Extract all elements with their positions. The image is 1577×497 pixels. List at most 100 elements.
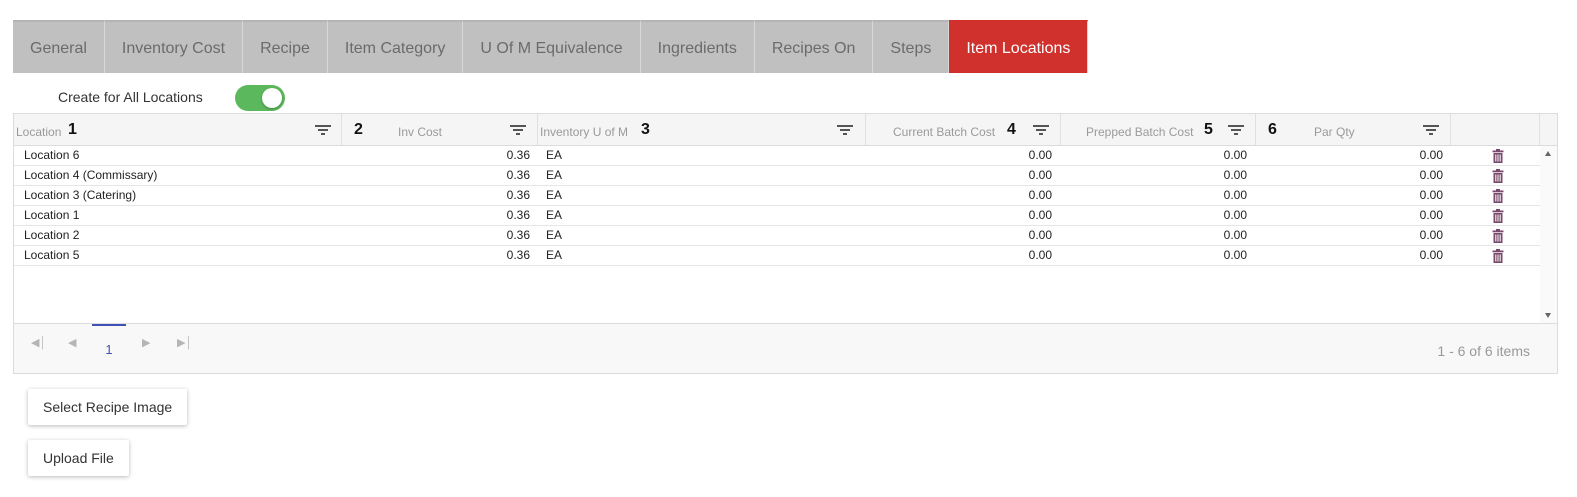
cell-prepped-batch-cost: 0.00 <box>1223 208 1247 222</box>
header-current-batch-cost[interactable]: Current Batch Cost 4 <box>866 114 1061 145</box>
cell-current-batch-cost: 0.00 <box>1028 148 1052 162</box>
cell-location: Location 4 (Commissary) <box>24 168 158 182</box>
cell-uom: EA <box>546 228 563 242</box>
header-location-label: Location <box>16 125 62 139</box>
tab-item-locations[interactable]: Item Locations <box>949 20 1089 73</box>
tab-steps[interactable]: Steps <box>873 20 950 73</box>
cell-current-batch-cost: 0.00 <box>1028 208 1052 222</box>
header-uom-label: Inventory U of M <box>540 125 629 139</box>
cell-uom: EA <box>546 248 563 262</box>
tab-recipe[interactable]: Recipe <box>243 20 328 73</box>
table-row[interactable]: Location 2 0.36 EA 0.00 0.00 0.00 <box>14 226 1540 246</box>
trash-icon[interactable] <box>1492 149 1504 163</box>
cell-current-batch-cost: 0.00 <box>1028 168 1052 182</box>
header-inventory-uom[interactable]: Inventory U of M 3 <box>538 114 866 145</box>
filter-icon[interactable] <box>510 125 526 136</box>
filter-icon[interactable] <box>315 125 331 136</box>
tab-inventory-cost[interactable]: Inventory Cost <box>104 20 244 73</box>
header-inv-cost-number: 2 <box>354 121 363 138</box>
cell-current-batch-cost: 0.00 <box>1028 188 1052 202</box>
header-prepped-label: Prepped Batch Cost <box>1086 125 1194 139</box>
cell-uom: EA <box>546 188 563 202</box>
header-actions <box>1451 114 1540 145</box>
cell-inv-cost: 0.36 <box>506 168 530 182</box>
cell-prepped-batch-cost: 0.00 <box>1223 168 1247 182</box>
cell-prepped-batch-cost: 0.00 <box>1223 228 1247 242</box>
cell-inv-cost: 0.36 <box>506 208 530 222</box>
first-page-icon[interactable]: ◀│ <box>31 336 46 349</box>
cell-par-qty: 0.00 <box>1419 148 1443 162</box>
scroll-down-icon[interactable] <box>1545 313 1551 318</box>
cell-par-qty: 0.00 <box>1419 168 1443 182</box>
tab-general[interactable]: General <box>13 20 105 73</box>
header-location-number: 1 <box>68 121 77 138</box>
header-current-number: 4 <box>1007 121 1016 138</box>
table-row[interactable]: Location 1 0.36 EA 0.00 0.00 0.00 <box>14 206 1540 226</box>
tab-bar: General Inventory Cost Recipe Item Categ… <box>13 20 1089 73</box>
item-locations-grid: Location 1 2 Inv Cost Inventory U of M 3… <box>13 113 1558 374</box>
create-all-locations-toggle[interactable] <box>235 85 285 111</box>
header-current-label: Current Batch Cost <box>893 125 996 139</box>
filter-icon[interactable] <box>1033 125 1049 136</box>
select-recipe-image-button[interactable]: Select Recipe Image <box>28 389 188 425</box>
header-uom-number: 3 <box>641 121 650 138</box>
scroll-up-icon[interactable] <box>1545 151 1551 156</box>
cell-prepped-batch-cost: 0.00 <box>1223 248 1247 262</box>
cell-par-qty: 0.00 <box>1419 228 1443 242</box>
grid-body: Location 6 0.36 EA 0.00 0.00 0.00 Location 4 (… <box>14 146 1540 323</box>
header-location[interactable]: Location 1 <box>14 114 342 145</box>
cell-location: Location 3 (Catering) <box>24 188 137 202</box>
trash-icon[interactable] <box>1492 229 1504 243</box>
cell-par-qty: 0.00 <box>1419 188 1443 202</box>
cell-inv-cost: 0.36 <box>506 188 530 202</box>
prev-page-icon[interactable]: ◀ <box>68 336 76 349</box>
header-par-label: Par Qty <box>1314 125 1355 139</box>
cell-uom: EA <box>546 208 563 222</box>
table-row[interactable]: Location 5 0.36 EA 0.00 0.00 0.00 <box>14 246 1540 266</box>
grid-header: Location 1 2 Inv Cost Inventory U of M 3… <box>14 114 1557 146</box>
filter-icon[interactable] <box>837 125 853 136</box>
header-par-number: 6 <box>1268 121 1277 138</box>
header-par-qty[interactable]: 6 Par Qty <box>1256 114 1451 145</box>
vertical-scrollbar[interactable] <box>1540 146 1557 323</box>
filter-icon[interactable] <box>1423 125 1439 136</box>
cell-uom: EA <box>546 148 563 162</box>
pager-info: 1 - 6 of 6 items <box>1437 343 1530 359</box>
cell-prepped-batch-cost: 0.00 <box>1223 188 1247 202</box>
table-row[interactable]: Location 4 (Commissary) 0.36 EA 0.00 0.00 0.0… <box>14 166 1540 186</box>
table-row[interactable]: Location 3 (Catering) 0.36 EA 0.00 0.00 0.00 <box>14 186 1540 206</box>
trash-icon[interactable] <box>1492 169 1504 183</box>
cell-par-qty: 0.00 <box>1419 208 1443 222</box>
cell-location: Location 6 <box>24 148 80 162</box>
next-page-icon[interactable]: ▶ <box>142 336 150 349</box>
cell-inv-cost: 0.36 <box>506 248 530 262</box>
filter-icon[interactable] <box>1228 125 1244 136</box>
header-prepped-batch-cost[interactable]: Prepped Batch Cost 5 <box>1061 114 1256 145</box>
header-inv-cost[interactable]: 2 Inv Cost <box>342 114 538 145</box>
last-page-icon[interactable]: ▶│ <box>177 336 192 349</box>
cell-inv-cost: 0.36 <box>506 148 530 162</box>
page-number-current[interactable]: 1 <box>92 324 126 372</box>
header-inv-cost-label: Inv Cost <box>398 125 443 139</box>
cell-location: Location 5 <box>24 248 80 262</box>
cell-location: Location 1 <box>24 208 80 222</box>
cell-inv-cost: 0.36 <box>506 228 530 242</box>
upload-file-button[interactable]: Upload File <box>28 440 129 476</box>
toggle-knob <box>262 88 282 108</box>
tab-item-category[interactable]: Item Category <box>327 20 464 73</box>
trash-icon[interactable] <box>1492 209 1504 223</box>
cell-par-qty: 0.00 <box>1419 248 1443 262</box>
create-all-locations-label: Create for All Locations <box>58 89 203 105</box>
tab-uom-equivalence[interactable]: U Of M Equivalence <box>463 20 641 73</box>
table-row[interactable]: Location 6 0.36 EA 0.00 0.00 0.00 <box>14 146 1540 166</box>
pager: ◀│ ◀ 1 ▶ ▶│ 1 - 6 of 6 items <box>14 323 1557 373</box>
cell-prepped-batch-cost: 0.00 <box>1223 148 1247 162</box>
tab-recipes-on[interactable]: Recipes On <box>754 20 874 73</box>
cell-uom: EA <box>546 168 563 182</box>
trash-icon[interactable] <box>1492 249 1504 263</box>
trash-icon[interactable] <box>1492 189 1504 203</box>
tab-ingredients[interactable]: Ingredients <box>640 20 755 73</box>
cell-current-batch-cost: 0.00 <box>1028 228 1052 242</box>
cell-location: Location 2 <box>24 228 80 242</box>
cell-current-batch-cost: 0.00 <box>1028 248 1052 262</box>
